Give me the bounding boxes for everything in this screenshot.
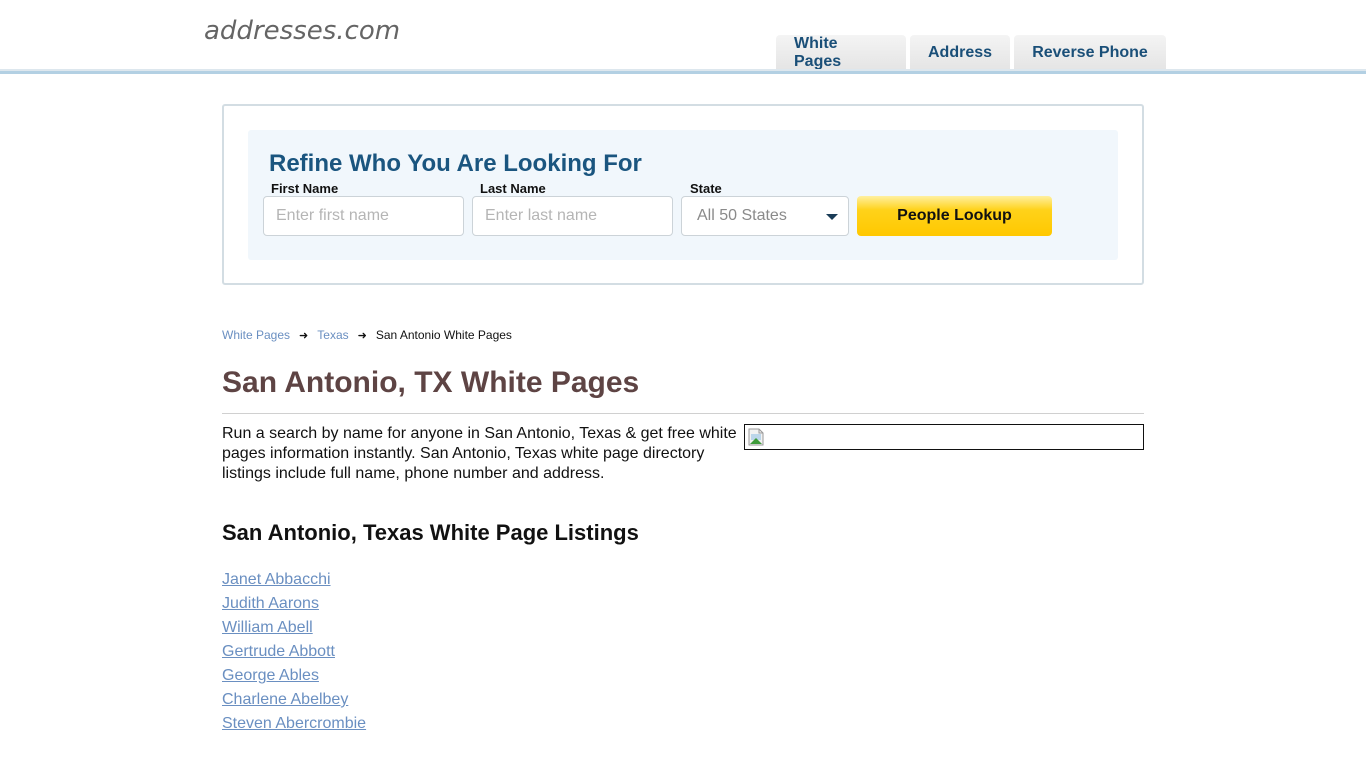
breadcrumb-current: San Antonio White Pages [375,328,512,342]
breadcrumb-texas[interactable]: Texas [317,328,348,342]
site-logo[interactable]: addresses.com [204,16,400,46]
first-name-input[interactable] [263,196,464,236]
list-item: Charlene Abelbey [222,690,366,714]
main-nav: White Pages Address Reverse Phone [776,35,1166,71]
list-item: George Ables [222,666,366,690]
people-lookup-button[interactable]: People Lookup [857,196,1052,236]
state-select[interactable]: All 50 States [681,196,849,236]
title-divider [222,413,1144,414]
breadcrumb: White Pages ➜ Texas ➜ San Antonio White … [222,328,512,342]
page-title: San Antonio, TX White Pages [222,366,640,399]
state-selected-value: All 50 States [697,207,787,224]
chevron-down-icon [826,214,838,220]
list-item: Gertrude Abbott [222,642,366,666]
ad-banner[interactable] [744,424,1144,450]
tab-address[interactable]: Address [910,35,1010,71]
intro-text: Run a search by name for anyone in San A… [222,425,737,482]
site-header: addresses.com White Pages Address Revers… [0,0,1366,75]
search-form: Refine Who You Are Looking For First Nam… [248,130,1118,260]
state-label: State [690,181,722,196]
listing-link[interactable]: William Abell [222,619,313,636]
listing-link[interactable]: Judith Aarons [222,595,319,612]
list-item: Judith Aarons [222,594,366,618]
search-title: Refine Who You Are Looking For [269,150,642,177]
listings-list: Janet Abbacchi Judith Aarons William Abe… [222,570,366,738]
listing-link[interactable]: Janet Abbacchi [222,571,331,588]
list-item: Janet Abbacchi [222,570,366,594]
broken-image-icon [748,428,764,446]
tab-white-pages[interactable]: White Pages [776,35,906,71]
arrow-right-icon: ➜ [299,329,309,342]
breadcrumb-white-pages[interactable]: White Pages [222,328,290,342]
listing-link[interactable]: Charlene Abelbey [222,691,348,708]
last-name-input[interactable] [472,196,673,236]
list-item: Steven Abercrombie [222,714,366,738]
listings-title: San Antonio, Texas White Page Listings [222,520,639,545]
listing-link[interactable]: Steven Abercrombie [222,715,366,732]
header-divider [0,69,1366,75]
listing-link[interactable]: Gertrude Abbott [222,643,335,660]
first-name-label: First Name [271,181,339,196]
listing-link[interactable]: George Ables [222,667,319,684]
search-panel: Refine Who You Are Looking For First Nam… [222,104,1144,285]
last-name-label: Last Name [480,181,546,196]
tab-reverse-phone[interactable]: Reverse Phone [1014,35,1166,71]
list-item: William Abell [222,618,366,642]
arrow-right-icon: ➜ [357,329,367,342]
